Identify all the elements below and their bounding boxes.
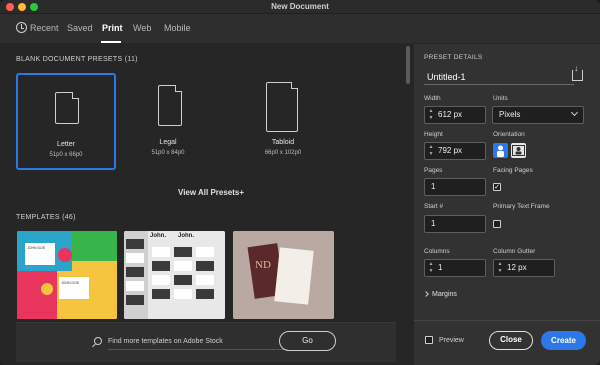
template-preview-image [233, 231, 334, 319]
stepper-icon[interactable]: ▲ ▼ [427, 108, 435, 122]
preset-details-panel: PRESET DETAILS Untitled-1 Width ▲▼ 612 p… [414, 44, 600, 365]
template-preview-image [124, 231, 225, 319]
margins-section-toggle[interactable]: Margins [423, 291, 457, 298]
stepper-icon[interactable]: ▲ ▼ [496, 261, 504, 275]
close-button[interactable]: Close [489, 331, 533, 350]
pages-label: Pages [424, 167, 443, 174]
tab-web[interactable]: Web [133, 23, 151, 33]
width-field[interactable]: ▲ ▼ 612 px [424, 106, 486, 124]
preset-legal[interactable]: Legal 51p0 x 84p0 [118, 73, 218, 170]
template-thumbnail[interactable]: JOHN DOE JOHN DOE [17, 231, 117, 319]
start-number-label: Start # [424, 203, 444, 210]
preset-name: Legal [159, 139, 177, 146]
plus-icon: + [239, 188, 245, 197]
template-thumbnail[interactable]: ND [233, 231, 334, 319]
preview-option[interactable]: Preview [425, 336, 464, 344]
units-dropdown[interactable]: Pixels [492, 106, 584, 124]
document-icon [266, 82, 298, 132]
create-button[interactable]: Create [541, 331, 586, 350]
divider [414, 320, 600, 321]
preset-size: 51p0 x 66p0 [49, 152, 83, 158]
column-gutter-label: Column Gutter [493, 248, 536, 255]
document-name-field[interactable]: Untitled-1 [424, 69, 574, 85]
template-thumbnail[interactable]: John. John. [124, 231, 225, 319]
document-icon [158, 85, 182, 126]
width-label: Width [424, 95, 441, 102]
title-bar: New Document [0, 0, 600, 14]
chevron-down-icon [570, 108, 579, 117]
preset-size: 66p0 x 102p0 [264, 150, 302, 156]
landscape-icon [512, 145, 525, 156]
presets-heading: BLANK DOCUMENT PRESETS (11) [16, 56, 138, 63]
template-preview-image [17, 231, 117, 319]
clock-icon [16, 22, 27, 33]
portrait-orientation-button[interactable] [493, 143, 508, 158]
column-gutter-field[interactable]: ▲ ▼ 12 px [493, 259, 555, 277]
pages-field[interactable]: 1 [424, 178, 486, 196]
document-icon [55, 92, 79, 124]
portrait-icon [497, 145, 504, 157]
stock-search-bar: Find more templates on Adobe Stock Go [16, 322, 396, 362]
stock-search-input[interactable]: Find more templates on Adobe Stock [108, 334, 288, 350]
landscape-orientation-button[interactable] [511, 143, 526, 158]
start-number-field[interactable]: 1 [424, 215, 486, 233]
stepper-icon[interactable]: ▲ ▼ [427, 144, 435, 158]
tab-mobile[interactable]: Mobile [164, 23, 191, 33]
preset-details-heading: PRESET DETAILS [424, 54, 483, 61]
preset-tabloid[interactable]: Tabloid 66p0 x 102p0 [233, 73, 333, 170]
scrollbar-thumb[interactable] [406, 46, 410, 84]
tab-saved[interactable]: Saved [67, 23, 93, 33]
facing-pages-label: Facing Pages [493, 167, 533, 174]
units-label: Units [493, 95, 508, 102]
preset-name: Letter [57, 141, 75, 148]
active-tab-indicator [101, 41, 121, 43]
chevron-right-icon [423, 291, 429, 297]
orientation-label: Orientation [493, 131, 525, 138]
preset-letter[interactable]: Letter 51p0 x 66p0 [16, 73, 116, 170]
window-title: New Document [271, 2, 329, 11]
height-label: Height [424, 131, 443, 138]
height-field[interactable]: ▲ ▼ 792 px [424, 142, 486, 160]
save-preset-icon[interactable] [572, 63, 583, 81]
view-all-presets-link[interactable]: View All Presets+ [178, 188, 244, 197]
go-button[interactable]: Go [279, 331, 336, 351]
preview-checkbox[interactable] [425, 336, 433, 344]
templates-heading: TEMPLATES (46) [16, 214, 76, 221]
new-document-dialog: New Document Recent Saved Print Web Mobi… [0, 0, 600, 365]
facing-pages-checkbox[interactable]: ✓ [493, 183, 501, 191]
tab-recent[interactable]: Recent [30, 23, 59, 33]
columns-label: Columns [424, 248, 450, 255]
stepper-icon[interactable]: ▲ ▼ [427, 261, 435, 275]
primary-text-frame-label: Primary Text Frame [493, 203, 550, 210]
columns-field[interactable]: ▲ ▼ 1 [424, 259, 486, 277]
preset-size: 51p0 x 84p0 [151, 150, 185, 156]
preset-name: Tabloid [271, 139, 295, 146]
primary-text-frame-checkbox[interactable] [493, 220, 501, 228]
tab-print[interactable]: Print [102, 23, 123, 33]
category-tabs: Recent Saved Print Web Mobile [0, 14, 600, 44]
search-icon [94, 337, 102, 345]
